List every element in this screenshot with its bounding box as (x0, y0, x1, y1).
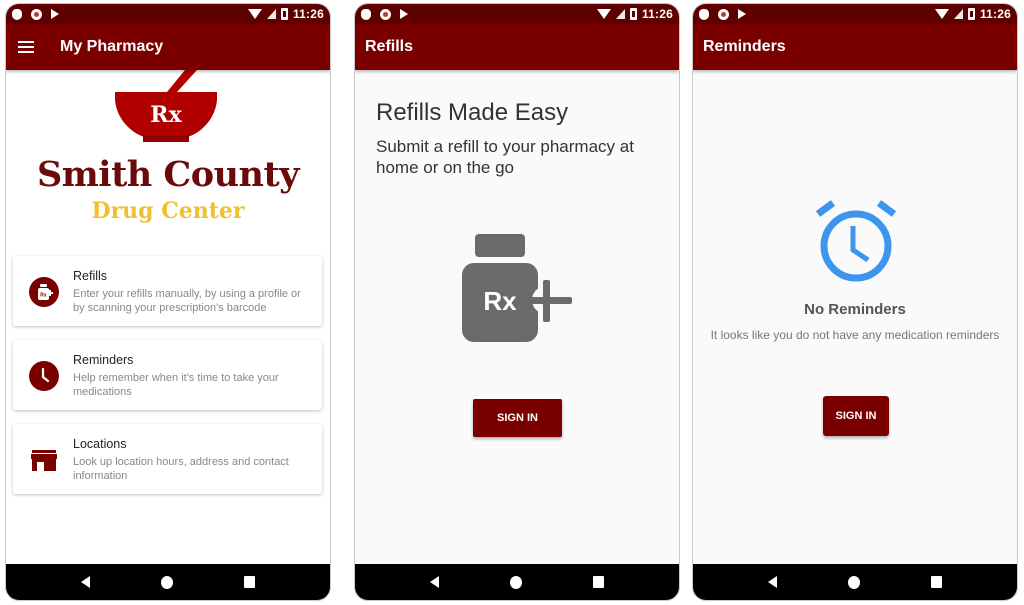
card-refills[interactable]: Rx Refills Enter your refills manually, … (13, 256, 322, 326)
recents-icon[interactable] (243, 576, 255, 588)
play-store-icon (51, 9, 59, 19)
mortar-pestle-icon: Rx (115, 70, 217, 142)
card-reminders[interactable]: Reminders Help remember when it's time t… (13, 340, 322, 410)
wifi-icon (596, 9, 611, 19)
status-bar: 11:26 (693, 4, 1017, 24)
refills-subheading: Submit a refill to your pharmacy at home… (376, 137, 634, 177)
alarm-clock-icon (815, 200, 897, 282)
recents-icon[interactable] (930, 576, 942, 588)
empty-state-description: It looks like you do not have any medica… (710, 328, 1000, 342)
play-store-icon (400, 9, 408, 19)
home-icon[interactable] (847, 575, 860, 589)
refills-content: Refills Made Easy Submit a refill to you… (355, 70, 679, 564)
card-title: Reminders (73, 353, 134, 367)
rx-symbol: Rx (150, 102, 182, 128)
nav-bar (6, 564, 330, 600)
battery-charging-icon (629, 8, 637, 20)
brand-name: Smith County (36, 154, 300, 195)
record-icon (380, 8, 391, 20)
card-title: Locations (73, 437, 127, 451)
app-bar: My Pharmacy (6, 24, 330, 70)
signal-icon (953, 9, 963, 19)
status-time: 11:26 (641, 7, 673, 21)
record-icon (718, 8, 729, 20)
wifi-icon (934, 9, 949, 19)
card-locations[interactable]: Locations Look up location hours, addres… (13, 424, 322, 494)
back-icon[interactable] (768, 576, 778, 588)
app-title: My Pharmacy (60, 38, 164, 55)
home-icon[interactable] (160, 575, 173, 589)
app-bar: Refills (355, 24, 679, 70)
rx-label: Rx (483, 286, 517, 316)
phone-screen-home: 11:26 My Pharmacy Rx Smith County Drug C… (5, 3, 331, 601)
record-icon (31, 8, 42, 20)
status-time: 11:26 (292, 7, 324, 21)
pill-bottle-add-icon: Rx (29, 277, 59, 307)
pharmacy-logo: Rx Smith County Drug Center (6, 70, 330, 230)
status-time: 11:26 (979, 7, 1011, 21)
refills-heading: Refills Made Easy (376, 99, 569, 126)
phone-screen-refills: 11:26 Refills Refills Made Easy Submit a… (354, 3, 680, 601)
clock-icon (29, 361, 59, 391)
card-description: Help remember when it's time to take you… (73, 372, 279, 398)
status-bar: 11:26 (355, 4, 679, 24)
card-title: Refills (73, 269, 108, 283)
wifi-icon (247, 9, 262, 19)
empty-state-title: No Reminders (804, 301, 906, 318)
signal-icon (266, 9, 276, 19)
app-title: Reminders (703, 38, 786, 55)
sign-in-button[interactable]: SIGN IN (473, 399, 562, 437)
store-icon (29, 445, 59, 475)
rx-bottle-add-icon: Rx (462, 234, 572, 342)
signal-icon (615, 9, 625, 19)
back-icon[interactable] (430, 576, 440, 588)
phone-screen-reminders: 11:26 Reminders No Reminders It looks li… (692, 3, 1018, 601)
menu-icon[interactable] (18, 41, 34, 53)
status-bar: 11:26 (6, 4, 330, 24)
app-title: Refills (365, 38, 414, 55)
card-description: Enter your refills manually, by using a … (73, 288, 301, 314)
shield-icon (12, 8, 22, 20)
recents-icon[interactable] (592, 576, 604, 588)
play-store-icon (738, 9, 746, 19)
sign-in-button[interactable]: SIGN IN (823, 396, 889, 436)
shield-icon (361, 8, 371, 20)
home-icon[interactable] (509, 575, 522, 589)
reminders-content: No Reminders It looks like you do not ha… (693, 70, 1017, 564)
battery-charging-icon (280, 8, 288, 20)
app-bar: Reminders (693, 24, 1017, 70)
nav-bar (355, 564, 679, 600)
brand-subtitle: Drug Center (91, 198, 245, 224)
back-icon[interactable] (81, 576, 91, 588)
battery-charging-icon (967, 8, 975, 20)
nav-bar (693, 564, 1017, 600)
card-description: Look up location hours, address and cont… (73, 456, 289, 482)
home-content: Rx Smith County Drug Center Rx Refills E… (6, 70, 330, 564)
shield-icon (699, 8, 709, 20)
svg-text:Rx: Rx (40, 293, 47, 299)
